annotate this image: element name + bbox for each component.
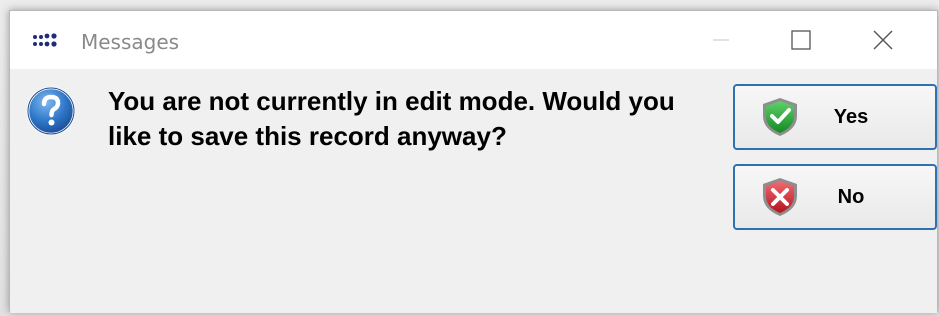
no-button-label: No bbox=[837, 185, 865, 208]
yes-button-label: Yes bbox=[833, 105, 869, 128]
minimize-button[interactable] bbox=[690, 11, 752, 69]
desktop-background: Messages You are not currently in edit m… bbox=[0, 0, 939, 316]
app-dots-icon bbox=[33, 33, 57, 47]
dialog-content: You are not currently in edit mode. Woul… bbox=[10, 69, 937, 313]
maximize-icon bbox=[791, 30, 811, 50]
dialog-message: You are not currently in edit mode. Woul… bbox=[108, 86, 675, 151]
no-button[interactable]: No bbox=[733, 164, 937, 230]
maximize-button[interactable] bbox=[770, 11, 832, 69]
close-icon bbox=[873, 30, 893, 50]
minimize-icon bbox=[713, 39, 729, 41]
question-icon bbox=[26, 86, 76, 136]
messages-dialog: Messages You are not currently in edit m… bbox=[9, 10, 938, 313]
window-title: Messages bbox=[81, 30, 180, 54]
title-bar[interactable]: Messages bbox=[10, 11, 937, 69]
yes-button[interactable]: Yes bbox=[733, 84, 937, 150]
close-button[interactable] bbox=[852, 11, 914, 69]
